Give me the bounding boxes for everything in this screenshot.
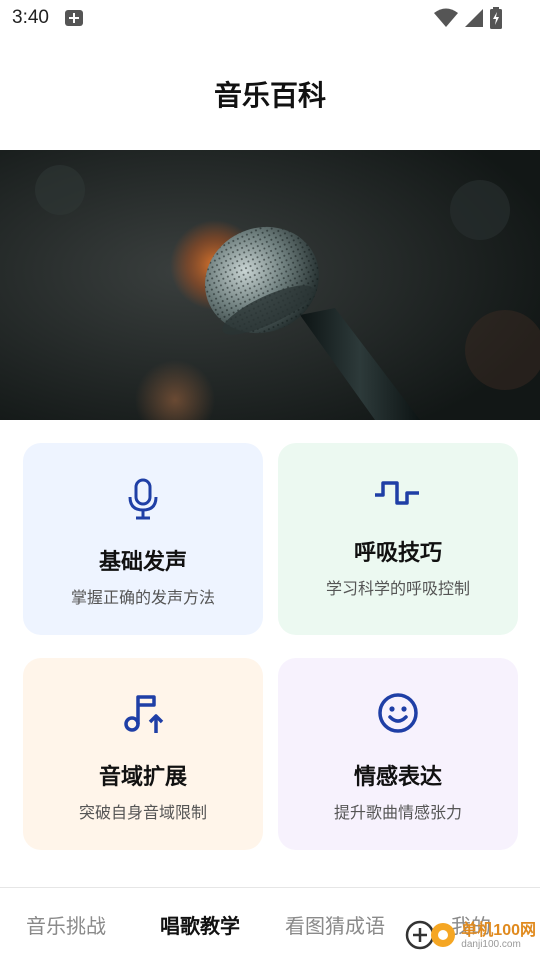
card-subtitle: 掌握正确的发声方法: [70, 590, 215, 607]
card-subtitle: 学习科学的呼吸控制: [325, 581, 470, 598]
music-note-icon: [23, 691, 263, 737]
smile-icon: [278, 691, 518, 735]
card-title: 呼吸技巧: [353, 540, 442, 565]
card-range-extension[interactable]: 音域扩展 突破自身音域限制: [23, 658, 263, 850]
tab-singing-lessons[interactable]: 唱歌教学: [160, 910, 240, 939]
battery-charging-icon: [490, 7, 502, 34]
status-time: 3:40: [12, 7, 49, 28]
card-title: 情感表达: [353, 764, 442, 789]
watermark: 单机100网 danji100.com: [405, 917, 536, 956]
status-bar: 3:40: [0, 0, 540, 36]
signal-icon: [464, 8, 484, 33]
microphone-icon: [23, 477, 263, 521]
card-title: 基础发声: [98, 549, 187, 574]
card-subtitle: 突破自身音域限制: [78, 805, 207, 822]
card-emotional-expression[interactable]: 情感表达 提升歌曲情感张力: [278, 658, 518, 850]
notification-plus-icon: [64, 9, 84, 27]
watermark-logo-icon: [405, 917, 457, 956]
bottom-navigation: 音乐挑战 唱歌教学 看图猜成语 我的 单机100网 danji100.com: [0, 887, 540, 960]
tab-guess-idiom[interactable]: 看图猜成语: [285, 910, 385, 939]
card-basic-vocalization[interactable]: 基础发声 掌握正确的发声方法: [23, 443, 263, 635]
wifi-icon: [434, 8, 458, 33]
card-breathing-technique[interactable]: 呼吸技巧 学习科学的呼吸控制: [278, 443, 518, 635]
watermark-text: 单机100网: [461, 921, 536, 939]
card-title: 音域扩展: [98, 764, 187, 789]
hero-microphone-image: [0, 150, 540, 420]
page-title: 音乐百科: [213, 80, 326, 111]
tab-music-challenge[interactable]: 音乐挑战: [26, 910, 106, 939]
wave-icon: [278, 479, 518, 507]
watermark-url: danji100.com: [461, 938, 521, 950]
card-subtitle: 提升歌曲情感张力: [333, 805, 462, 822]
